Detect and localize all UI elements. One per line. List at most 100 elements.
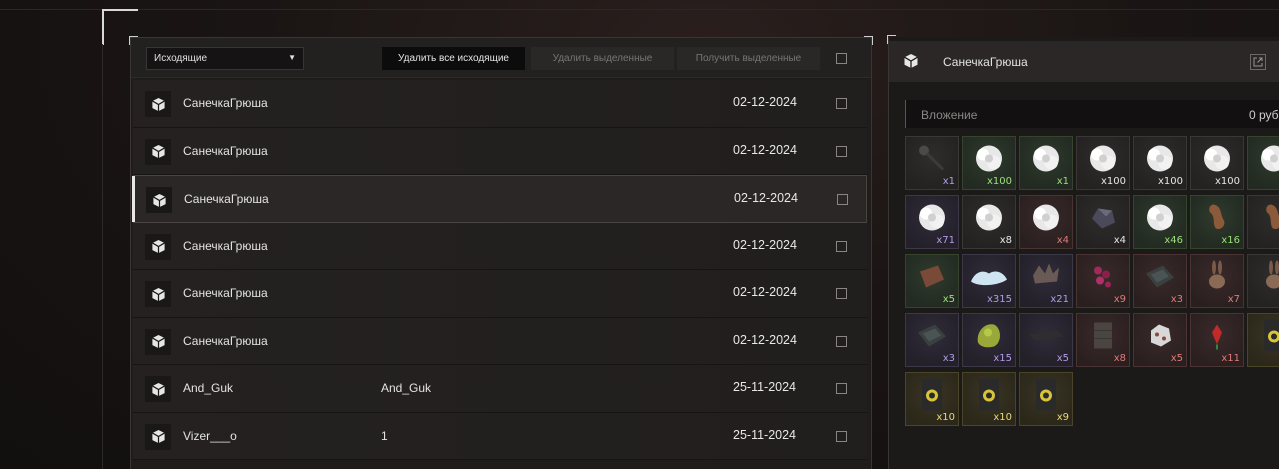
attachment-item-rabbit[interactable]	[1247, 254, 1279, 308]
package-icon	[145, 328, 171, 355]
mail-row-date: 02-12-2024	[733, 142, 797, 157]
attachment-item-cotton[interactable]: x1	[1247, 136, 1279, 190]
attachment-item-rock[interactable]: x4	[1076, 195, 1130, 249]
attachment-item-rabbit[interactable]: x7	[1190, 254, 1244, 308]
item-quantity: x4	[1056, 235, 1069, 246]
mail-row-checkbox[interactable]	[836, 335, 847, 347]
attachment-item-card[interactable]	[1247, 313, 1279, 367]
mail-row-message: And_Guk	[381, 381, 432, 395]
mail-folder-select[interactable]: Исходящие ▼	[146, 47, 304, 70]
attachment-item-slime[interactable]: x15	[962, 313, 1016, 367]
item-quantity: x5	[1170, 353, 1183, 364]
mail-row[interactable]: And_Guk And_Guk 25-11-2024	[133, 365, 867, 413]
mail-row-checkbox[interactable]	[836, 430, 847, 442]
item-quantity: x4	[1113, 235, 1126, 246]
mail-row-checkbox[interactable]	[836, 240, 847, 252]
item-quantity: x11	[1221, 353, 1240, 364]
attachment-item-cotton[interactable]: x71	[905, 195, 959, 249]
select-all-checkbox[interactable]	[836, 53, 847, 64]
slime-icon	[972, 318, 1006, 357]
item-quantity: x315	[986, 294, 1012, 305]
mail-row-message: 1	[381, 428, 388, 443]
attachment-item-card[interactable]: x10	[962, 372, 1016, 426]
top-divider	[0, 9, 1279, 10]
rabbit-icon	[1202, 259, 1232, 298]
plank-icon	[1027, 324, 1065, 351]
item-quantity: x5	[1056, 353, 1069, 364]
mail-folder-select-value: Исходящие	[154, 53, 208, 64]
external-link-icon[interactable]	[1250, 54, 1266, 70]
attachment-item-cotton[interactable]: x100	[962, 136, 1016, 190]
mail-row-checkbox[interactable]	[837, 194, 848, 205]
attachment-item-fur[interactable]: x21	[1019, 254, 1073, 308]
shovel-icon	[915, 141, 949, 180]
item-quantity: x100	[1157, 176, 1183, 187]
mail-row-date: 25-11-2024	[733, 380, 797, 394]
delete-selected-button[interactable]: Удалить выделенные	[531, 47, 674, 70]
mail-toolbar: Исходящие ▼ Удалить все исходящие Удалит…	[131, 38, 871, 78]
attachment-item-cotton[interactable]: x100	[1076, 136, 1130, 190]
attachment-item-card[interactable]: x10	[905, 372, 959, 426]
rock-icon	[1088, 202, 1118, 237]
mail-row-checkbox[interactable]	[836, 383, 847, 394]
selection-indicator	[132, 176, 135, 222]
attachment-item-leather[interactable]: x5	[905, 254, 959, 308]
attachment-item-case[interactable]: x3	[905, 313, 959, 367]
package-icon	[901, 51, 921, 71]
mail-row[interactable]: СанечкаГрюша 02-12-2024	[132, 175, 867, 223]
receive-selected-button[interactable]: Получить выделенные	[677, 47, 820, 70]
item-quantity: x9	[1056, 412, 1069, 423]
item-quantity: x10	[993, 412, 1012, 423]
detail-header: СанечкаГрюша	[889, 41, 1279, 82]
attachment-item-root[interactable]	[1247, 195, 1279, 249]
attachment-item-cotton[interactable]: x100	[1133, 136, 1187, 190]
attachment-item-cotton[interactable]: x46	[1133, 195, 1187, 249]
root-icon	[1202, 200, 1232, 239]
mail-row-checkbox[interactable]	[836, 288, 847, 299]
mail-row[interactable]: Vizer___o 1 25-11-2024	[133, 412, 867, 460]
box-icon	[1089, 318, 1117, 357]
attachment-label: Вложение	[921, 108, 978, 122]
attachment-item-cotton[interactable]: x1	[1019, 136, 1073, 190]
item-quantity: x46	[1164, 235, 1183, 246]
mail-row[interactable]: СанечкаГрюша 02-12-2024	[133, 80, 867, 128]
attachment-item-case[interactable]: x3	[1133, 254, 1187, 308]
item-quantity: x15	[993, 353, 1012, 364]
attachment-item-cotton[interactable]: x4	[1019, 195, 1073, 249]
mail-row-checkbox[interactable]	[836, 98, 847, 109]
mail-row[interactable]: СанечкаГрюша 02-12-2024	[133, 127, 867, 175]
mail-row-sender: СанечкаГрюша	[183, 143, 268, 158]
attachment-item-shovel[interactable]: x1	[905, 136, 959, 190]
package-icon	[145, 233, 171, 260]
mail-row-date: 02-12-2024	[733, 285, 797, 299]
item-quantity: x9	[1113, 294, 1126, 305]
item-quantity: x16	[1221, 235, 1240, 246]
mail-row-date: 02-12-2024	[733, 332, 797, 347]
attachment-item-card[interactable]: x9	[1019, 372, 1073, 426]
mail-row[interactable]: СанечкаГрюша 02-12-2024	[133, 270, 867, 318]
gem-icon	[1204, 320, 1230, 355]
item-quantity: x1	[942, 176, 955, 187]
chevron-down-icon: ▼	[288, 53, 296, 62]
item-quantity: x3	[942, 353, 955, 364]
attachment-item-box[interactable]: x8	[1076, 313, 1130, 367]
attachment-item-cotton[interactable]: x8	[962, 195, 1016, 249]
mail-row[interactable]: СанечкаГрюша 02-12-2024	[133, 317, 867, 365]
mail-row-checkbox[interactable]	[836, 145, 847, 157]
attachment-item-berry[interactable]: x9	[1076, 254, 1130, 308]
attachment-item-ore[interactable]: x5	[1133, 313, 1187, 367]
attachment-item-crystal[interactable]: x315	[962, 254, 1016, 308]
card-icon	[1259, 316, 1279, 359]
attachment-item-gem[interactable]: x11	[1190, 313, 1244, 367]
fur-icon	[1029, 261, 1063, 296]
delete-all-outgoing-button[interactable]: Удалить все исходящие	[382, 47, 525, 70]
attachment-item-plank[interactable]: x5	[1019, 313, 1073, 367]
mail-row-date: 02-12-2024	[733, 95, 797, 109]
attachment-item-root[interactable]: x16	[1190, 195, 1244, 249]
mail-row[interactable]: СанечкаГрюша 02-12-2024	[133, 222, 867, 270]
mail-row-sender: Vizer___o	[183, 428, 237, 443]
mail-row-date: 02-12-2024	[733, 237, 797, 252]
mail-row-date: 25-11-2024	[733, 427, 797, 442]
mail-row-sender: СанечкаГрюша	[183, 286, 268, 300]
attachment-item-cotton[interactable]: x100	[1190, 136, 1244, 190]
